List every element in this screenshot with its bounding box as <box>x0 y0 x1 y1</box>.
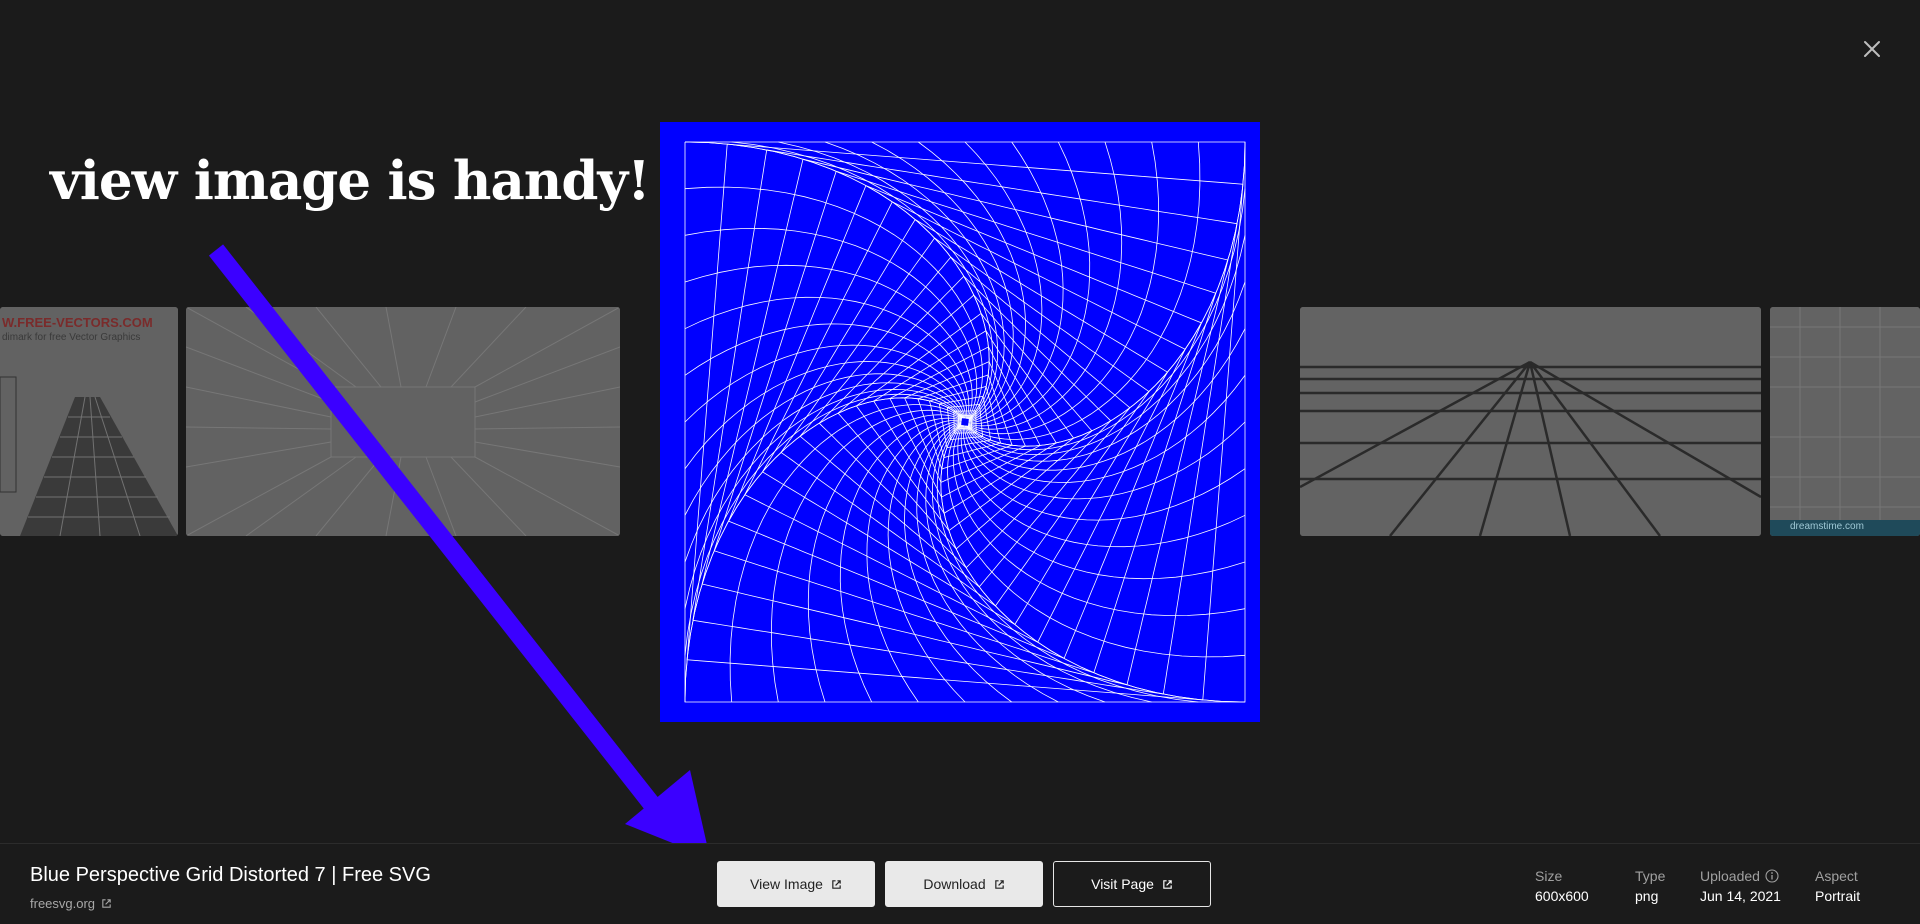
main-preview-image[interactable] <box>660 122 1260 722</box>
grid-line <box>837 294 1093 550</box>
visit-page-label: Visit Page <box>1091 876 1154 892</box>
distorted-grid-graphic <box>684 141 1246 703</box>
thumbnail-room-grid[interactable] <box>186 307 620 536</box>
meta-uploaded-label: Uploaded <box>1700 868 1760 884</box>
grid-line <box>889 346 1041 498</box>
meta-aspect-label: Aspect <box>1815 868 1858 884</box>
grid-line <box>917 374 1013 470</box>
bottom-info-bar: Blue Perspective Grid Distorted 7 | Free… <box>0 843 1920 924</box>
meta-type-value: png <box>1635 888 1659 904</box>
meta-uploaded: Uploaded Jun 14, 2021 <box>1700 868 1781 904</box>
thumbnail-free-vectors[interactable]: W.FREE-VECTORS.COM dimark for free Vecto… <box>0 307 178 536</box>
close-button[interactable] <box>1855 32 1889 66</box>
grid-line <box>818 276 1112 569</box>
download-button[interactable]: Download <box>885 861 1043 907</box>
image-title: Blue Perspective Grid Distorted 7 | Free… <box>30 864 431 886</box>
thumbnail-image <box>186 307 620 536</box>
grid-line <box>684 388 964 609</box>
grid-line <box>728 185 1202 659</box>
grid-line <box>713 170 1217 674</box>
grid-line <box>965 328 1246 471</box>
grid-line <box>778 141 999 421</box>
download-label: Download <box>923 876 986 892</box>
grid-line <box>916 422 1059 703</box>
grid-line <box>692 149 1238 695</box>
external-link-icon <box>832 879 841 889</box>
meta-aspect: Aspect Portrait <box>1815 868 1860 904</box>
thumbnail-subtext: dimark for free Vector Graphics <box>2 332 141 343</box>
grid-line <box>686 143 1244 701</box>
grid-line <box>744 201 1186 643</box>
grid-line <box>931 423 1152 703</box>
visit-page-button[interactable]: Visit Page <box>1053 861 1211 907</box>
meta-size-label: Size <box>1535 868 1563 884</box>
grid-line <box>855 313 1075 532</box>
info-icon[interactable] <box>1765 869 1779 883</box>
grid-line <box>946 404 984 441</box>
thumbnail-image <box>1770 307 1920 536</box>
thumbnail-floor-grid[interactable] <box>1300 307 1761 536</box>
grid-line <box>966 235 1246 456</box>
thumbnail-watermark: dreamstime.com <box>1790 521 1864 532</box>
grid-line <box>904 361 1026 483</box>
thumbnail-image <box>1300 307 1761 536</box>
thumbnail-watermark: W.FREE-VECTORS.COM <box>2 315 153 330</box>
grid-line <box>871 141 1014 422</box>
grid-line <box>761 219 1169 626</box>
view-image-button[interactable]: View Image <box>717 861 875 907</box>
view-image-label: View Image <box>750 876 823 892</box>
grid-line <box>684 373 965 516</box>
source-domain: freesvg.org <box>30 896 96 911</box>
meta-type: Type png <box>1635 868 1665 904</box>
thumbnail-partial-grid[interactable]: dreamstime.com <box>1770 307 1920 536</box>
external-link-icon <box>1163 879 1172 889</box>
external-link-icon <box>102 899 111 908</box>
grid-line <box>928 386 1002 459</box>
meta-size-value: 600x600 <box>1535 888 1589 904</box>
annotation-text: view image is handy! <box>50 150 650 212</box>
external-link-icon <box>994 879 1004 889</box>
meta-size: Size 600x600 <box>1535 868 1589 904</box>
source-link[interactable]: freesvg.org <box>30 896 112 911</box>
meta-type-label: Type <box>1635 868 1666 884</box>
meta-uploaded-value: Jun 14, 2021 <box>1700 888 1781 904</box>
grid-line <box>780 237 1150 607</box>
meta-aspect-value: Portrait <box>1815 888 1861 904</box>
grid-line <box>799 256 1131 588</box>
close-icon <box>1864 41 1880 57</box>
grid-line <box>938 395 992 449</box>
